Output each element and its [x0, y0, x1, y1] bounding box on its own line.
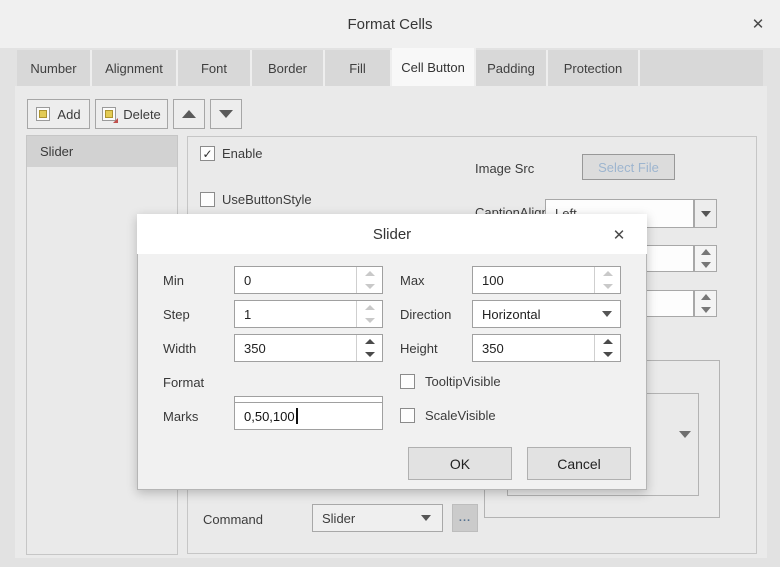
arrow-up-icon: [182, 110, 196, 118]
max-value: 100: [473, 267, 594, 293]
spin-down-icon[interactable]: [357, 348, 382, 361]
tab-protection[interactable]: Protection: [548, 50, 640, 86]
tab-alignment[interactable]: Alignment: [92, 50, 178, 86]
spin-up-icon[interactable]: [357, 267, 382, 280]
max-spinner-field[interactable]: 100: [472, 266, 621, 294]
use-button-style-checkbox[interactable]: [200, 192, 215, 207]
add-button-label: Add: [57, 107, 80, 122]
height-label: Height: [400, 334, 438, 362]
check-icon: ✓: [202, 147, 212, 161]
spin-down-icon[interactable]: [357, 314, 382, 327]
move-down-button[interactable]: [210, 99, 242, 129]
cancel-button[interactable]: Cancel: [527, 447, 631, 480]
min-spinner-field[interactable]: 0: [234, 266, 383, 294]
delete-button[interactable]: Delete: [95, 99, 168, 129]
tooltip-visible-checkbox[interactable]: [400, 374, 415, 389]
format-label: Format: [163, 368, 204, 396]
select-file-button[interactable]: Select File: [582, 154, 675, 180]
enable-label: Enable: [222, 146, 262, 161]
use-button-style-label: UseButtonStyle: [222, 192, 312, 207]
command-value: Slider: [322, 511, 355, 526]
scale-visible-checkbox[interactable]: [400, 408, 415, 423]
numeric-field-b-spinner[interactable]: [694, 290, 717, 317]
scale-visible-label: ScaleVisible: [425, 408, 496, 423]
height-spinner-field[interactable]: 350: [472, 334, 621, 362]
add-button[interactable]: Add: [27, 99, 90, 129]
command-more-button[interactable]: ...: [452, 504, 478, 532]
width-label: Width: [163, 334, 196, 362]
chevron-down-icon[interactable]: [679, 438, 691, 453]
dialog-close-icon[interactable]: ✕: [605, 222, 633, 248]
spin-up-icon[interactable]: [595, 267, 620, 280]
spin-up-icon: [701, 294, 711, 300]
image-src-label: Image Src: [475, 160, 534, 176]
spin-down-icon[interactable]: [595, 348, 620, 361]
spin-up-icon[interactable]: [357, 335, 382, 348]
direction-value: Horizontal: [482, 307, 541, 322]
ok-button[interactable]: OK: [408, 447, 512, 480]
spin-down-icon[interactable]: [357, 280, 382, 293]
min-label: Min: [163, 266, 184, 294]
numeric-field-a-spinner[interactable]: [694, 245, 717, 272]
tab-number[interactable]: Number: [17, 50, 92, 86]
min-value: 0: [235, 267, 356, 293]
step-value: 1: [235, 301, 356, 327]
step-spinner-field[interactable]: 1: [234, 300, 383, 328]
width-value: 350: [235, 335, 356, 361]
width-spinner-field[interactable]: 350: [234, 334, 383, 362]
direction-combobox[interactable]: Horizontal: [472, 300, 621, 328]
spin-down-icon: [701, 262, 711, 268]
tab-padding[interactable]: Padding: [476, 50, 548, 86]
arrow-down-icon: [219, 110, 233, 118]
spin-up-icon[interactable]: [595, 335, 620, 348]
text-cursor: [296, 408, 298, 424]
delete-button-label: Delete: [123, 107, 161, 122]
marks-label: Marks: [163, 402, 198, 430]
tab-strip: Number Alignment Font Border Fill Cell B…: [17, 50, 763, 86]
spin-up-icon: [701, 249, 711, 255]
marks-value: 0,50,100: [244, 409, 295, 424]
delete-icon: [102, 107, 116, 121]
window-title: Format Cells: [0, 0, 780, 48]
tooltip-visible-label: TooltipVisible: [425, 374, 501, 389]
add-icon: [36, 107, 50, 121]
height-value: 350: [473, 335, 594, 361]
tab-fill[interactable]: Fill: [325, 50, 392, 86]
max-label: Max: [400, 266, 425, 294]
tab-cell-button[interactable]: Cell Button: [392, 48, 476, 87]
chevron-down-icon: [421, 515, 431, 521]
spin-down-icon: [701, 307, 711, 313]
caption-align-dropdown-button[interactable]: [694, 199, 717, 228]
slider-dialog-title: Slider: [137, 214, 647, 254]
tab-strip-filler: [640, 50, 763, 86]
step-label: Step: [163, 300, 190, 328]
tab-border[interactable]: Border: [252, 50, 325, 86]
tab-font[interactable]: Font: [178, 50, 252, 86]
command-label: Command: [203, 511, 263, 527]
spin-up-icon[interactable]: [357, 301, 382, 314]
marks-input[interactable]: 0,50,100: [234, 402, 383, 430]
enable-checkbox[interactable]: ✓: [200, 146, 215, 161]
spin-down-icon[interactable]: [595, 280, 620, 293]
move-up-button[interactable]: [173, 99, 205, 129]
direction-label: Direction: [400, 300, 451, 328]
chevron-down-icon: [701, 211, 711, 217]
command-combobox[interactable]: Slider: [312, 504, 443, 532]
close-icon[interactable]: ✕: [744, 10, 772, 38]
chevron-down-icon: [602, 311, 612, 317]
list-item-slider[interactable]: Slider: [27, 136, 177, 167]
